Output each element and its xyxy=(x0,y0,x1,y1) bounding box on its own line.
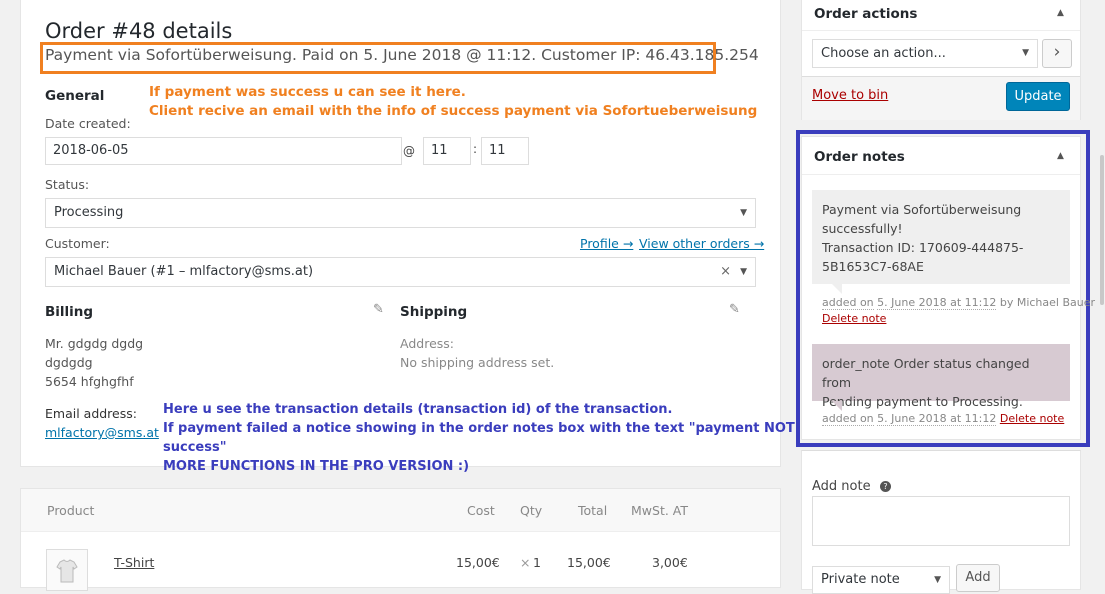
scrollbar[interactable] xyxy=(1099,0,1105,580)
annotation-blue-4: MORE FUNCTIONS IN THE PRO VERSION :) xyxy=(163,459,470,474)
chevron-down-icon: ▼ xyxy=(740,267,747,277)
status-label: Status: xyxy=(45,177,90,192)
billing-address-line1: Mr. gdgdg dgdg xyxy=(45,336,144,351)
shipping-edit-icon[interactable]: ✎ xyxy=(729,302,740,317)
annotation-blue-3: success" xyxy=(163,440,227,455)
product-qty: 1 xyxy=(533,555,541,570)
annotation-orange-1: If payment was success u can see it here… xyxy=(149,84,466,100)
col-total: Total xyxy=(578,503,608,518)
product-total: 15,00€ xyxy=(567,555,611,570)
billing-address-line2: dgdgdg xyxy=(45,355,93,370)
note-arrow xyxy=(832,284,842,294)
note2-meta: added on 5. June 2018 at 11:12 Delete no… xyxy=(822,412,1064,426)
minute-field[interactable]: 11 xyxy=(481,137,529,165)
col-qty: Qty xyxy=(520,503,543,518)
time-at-symbol: @ xyxy=(403,144,415,158)
order-actions-divider xyxy=(802,30,1080,31)
collapse-icon[interactable]: ▲ xyxy=(1057,151,1064,161)
status-value: Processing xyxy=(54,205,124,220)
product-tax: 3,00€ xyxy=(652,555,688,570)
annotation-blue-2: If payment failed a notice showing in th… xyxy=(163,421,795,436)
email-link[interactable]: mlfactory@sms.at xyxy=(45,425,159,440)
payment-info-line: Payment via Sofortüberweisung. Paid on 5… xyxy=(45,46,759,64)
delete-note-1-link[interactable]: Delete note xyxy=(822,312,886,325)
note2-meta-date: 5. June 2018 at 11:12 xyxy=(877,412,997,426)
note2-meta-prefix: added on xyxy=(822,412,874,426)
date-created-field[interactable]: 2018-06-05 xyxy=(45,137,402,165)
add-note-button[interactable]: Add xyxy=(956,564,1000,592)
col-tax: MwSt. AT xyxy=(631,503,689,518)
annotation-blue-1: Here u see the transaction details (tran… xyxy=(163,402,673,417)
customer-value: Michael Bauer (#1 – mlfactory@sms.at) xyxy=(54,264,314,279)
page-title: Order #48 details xyxy=(45,19,233,43)
chevron-down-icon: ▼ xyxy=(1022,48,1029,58)
apply-action-button[interactable]: › xyxy=(1042,39,1072,68)
shipping-address-value: No shipping address set. xyxy=(400,355,555,370)
annotation-orange-2: Client recive an email with the info of … xyxy=(149,103,758,119)
update-button[interactable]: Update xyxy=(1006,82,1070,111)
add-note-label: Add note xyxy=(812,479,871,494)
delete-note-2-link[interactable]: Delete note xyxy=(1000,412,1064,425)
order-notes-title: Order notes xyxy=(814,149,905,165)
collapse-icon[interactable]: ▲ xyxy=(1057,8,1064,18)
note2-line2: Pending payment to Processing. xyxy=(822,394,1023,409)
shipping-address-label: Address: xyxy=(400,336,454,351)
shipping-heading: Shipping xyxy=(400,304,468,320)
note1-meta-author: by Michael Bauer xyxy=(999,296,1096,309)
col-cost: Cost xyxy=(467,503,495,518)
billing-edit-icon[interactable]: ✎ xyxy=(373,302,384,317)
email-label: Email address: xyxy=(45,406,137,421)
chevron-down-icon: ▼ xyxy=(934,575,941,585)
note-type-select[interactable]: Private note ▼ xyxy=(812,566,950,594)
date-created-label: Date created: xyxy=(45,116,131,131)
general-heading: General xyxy=(45,88,105,104)
order-action-select[interactable]: Choose an action... ▼ xyxy=(812,39,1038,68)
tshirt-icon xyxy=(56,559,78,583)
customer-select[interactable]: Michael Bauer (#1 – mlfactory@sms.at) × … xyxy=(45,257,756,287)
scrollbar-thumb[interactable] xyxy=(1100,155,1104,305)
note-arrow xyxy=(832,401,842,411)
billing-address-line3: 5654 hfghgfhf xyxy=(45,374,134,389)
chevron-right-icon: › xyxy=(1053,42,1061,62)
chevron-down-icon: ▼ xyxy=(740,208,747,218)
billing-heading: Billing xyxy=(45,304,94,320)
note1-line4: 5B1653C7-68AE xyxy=(822,259,924,274)
hour-field[interactable]: 11 xyxy=(423,137,471,165)
note1-line2: successfully! xyxy=(822,221,903,236)
time-colon: : xyxy=(473,142,478,156)
note1-meta-prefix: added on xyxy=(822,296,874,310)
profile-link[interactable]: Profile → xyxy=(580,236,633,251)
product-cost: 15,00€ xyxy=(456,555,500,570)
clear-icon[interactable]: × xyxy=(720,258,731,286)
order-actions-title: Order actions xyxy=(814,6,918,22)
customer-label: Customer: xyxy=(45,236,110,251)
note1-meta-date: 5. June 2018 at 11:12 xyxy=(877,296,997,310)
order-note-1: Payment via Sofortüberweisung successful… xyxy=(812,190,1070,284)
product-qty-x: × xyxy=(520,555,531,570)
product-thumbnail xyxy=(46,549,88,591)
help-icon[interactable]: ? xyxy=(880,481,891,492)
status-select[interactable]: Processing ▼ xyxy=(45,198,756,228)
note1-line1: Payment via Sofortüberweisung xyxy=(822,202,1022,217)
move-to-bin-link[interactable]: Move to bin xyxy=(812,88,888,103)
note1-meta: added on 5. June 2018 at 11:12 by Michae… xyxy=(822,296,1096,310)
note1-line3: Transaction ID: 170609-444875- xyxy=(822,240,1024,255)
view-other-orders-link[interactable]: View other orders → xyxy=(639,236,764,251)
col-product: Product xyxy=(47,503,95,518)
order-note-2: order_note Order status changed from Pen… xyxy=(812,344,1070,409)
note2-line1: order_note Order status changed from xyxy=(822,356,1030,390)
help-icon-glyph: ? xyxy=(883,482,888,491)
product-name-link[interactable]: T-Shirt xyxy=(114,555,154,570)
order-notes-divider xyxy=(802,174,1080,175)
order-action-value: Choose an action... xyxy=(821,46,946,61)
add-note-textarea[interactable] xyxy=(812,496,1070,546)
